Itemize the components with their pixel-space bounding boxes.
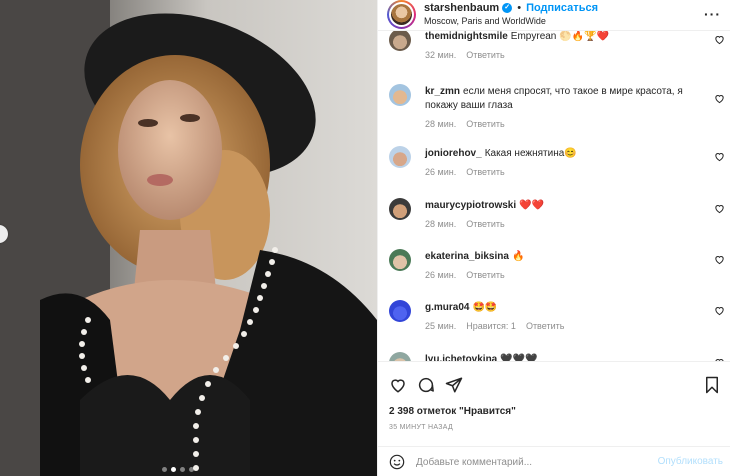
comment-meta: 28 мин. Ответить [425, 219, 505, 229]
reply-button[interactable]: Ответить [466, 219, 504, 229]
comment-body: Какая нежнятина😊 [484, 148, 577, 159]
heart-icon[interactable] [389, 376, 407, 394]
comment-like-icon[interactable] [714, 203, 725, 214]
comment-body: ❤️❤️ [519, 200, 545, 211]
comment-body: если меня спросят, что такое в мире крас… [425, 86, 683, 111]
comment-text: kr_zmn если меня спросят, что такое в мир… [425, 85, 703, 113]
post-panel: starshenbaum ✓ • Подписаться Moscow, Par… [377, 0, 730, 476]
comment-time: 25 мин. [425, 321, 457, 331]
comment-text: g.mura04 🤩🤩 [425, 301, 703, 315]
commenter-username[interactable]: themidnightsmile [425, 31, 508, 42]
commenter-avatar[interactable] [389, 146, 411, 168]
author-avatar[interactable] [387, 0, 416, 29]
portrait-image [0, 0, 377, 476]
commenter-avatar[interactable] [389, 352, 411, 361]
header-separator: • [517, 2, 522, 14]
carousel-dot [162, 467, 167, 472]
verified-icon: ✓ [502, 3, 513, 13]
comment-text: maurycypiotrowski ❤️❤️ [425, 199, 703, 213]
comment-time: 28 мин. [425, 119, 457, 129]
commenter-avatar[interactable] [389, 249, 411, 271]
comment-text: ekaterina_biksina 🔥 [425, 250, 703, 264]
commenter-username[interactable]: joniorehov_ [425, 148, 482, 159]
reply-button[interactable]: Ответить [466, 50, 504, 60]
comment-body: 🖤🖤🖤 [500, 354, 538, 361]
post-header: starshenbaum ✓ • Подписаться Moscow, Par… [378, 0, 730, 31]
follow-button[interactable]: Подписаться [526, 2, 598, 14]
comment-body: 🔥 [511, 251, 525, 262]
comment-time: 26 мин. [425, 167, 457, 177]
carousel-dot [189, 467, 194, 472]
comment-meta: 28 мин. Ответить [425, 119, 505, 129]
commenter-username[interactable]: lyu.ichetovkina [425, 354, 497, 361]
comment-meta: 25 мин. Нравится: 1 Ответить [425, 321, 564, 331]
commenter-avatar[interactable] [389, 198, 411, 220]
author-username[interactable]: starshenbaum [424, 2, 499, 14]
commenter-avatar[interactable] [389, 300, 411, 322]
carousel-indicator [162, 467, 194, 472]
comment-text: lyu.ichetovkina 🖤🖤🖤 [425, 353, 703, 361]
commenter-username[interactable]: g.mura04 [425, 302, 469, 313]
comment-text: themidnightsmile Empyrean 🌕🔥🏆❤️ [425, 31, 703, 44]
comment-list[interactable]: themidnightsmile Empyrean 🌕🔥🏆❤️ 32 мин. Отв… [378, 31, 730, 361]
post-time[interactable]: 35 МИНУТ НАЗАД [389, 424, 453, 431]
comment-like-icon[interactable] [714, 93, 725, 104]
comment-body: Empyrean 🌕🔥🏆❤️ [510, 31, 609, 42]
comment-time: 26 мин. [425, 270, 457, 280]
post-photo[interactable] [0, 0, 377, 476]
comment-meta: 26 мин. Ответить [425, 270, 505, 280]
comment-icon[interactable] [417, 376, 435, 394]
commenter-username[interactable]: ekaterina_biksina [425, 251, 509, 262]
comment-meta: 32 мин. Ответить [425, 50, 505, 60]
publish-button[interactable]: Опубликовать [658, 456, 723, 467]
comment-like-icon[interactable] [714, 305, 725, 316]
carousel-dot [171, 467, 176, 472]
commenter-username[interactable]: kr_zmn [425, 86, 460, 97]
reply-button[interactable]: Ответить [466, 119, 504, 129]
reply-button[interactable]: Ответить [526, 321, 564, 331]
reply-button[interactable]: Ответить [466, 270, 504, 280]
comment-meta: 26 мин. Ответить [425, 167, 505, 177]
comment-time: 32 мин. [425, 50, 457, 60]
post-location[interactable]: Moscow, Paris and WorldWide [424, 16, 546, 26]
comment-like-icon[interactable] [714, 254, 725, 265]
add-comment-bar: Опубликовать [378, 446, 730, 476]
share-icon[interactable] [445, 376, 463, 394]
bookmark-icon[interactable] [703, 376, 721, 394]
comment-time: 28 мин. [425, 219, 457, 229]
commenter-avatar[interactable] [389, 31, 411, 51]
likes-count[interactable]: 2 398 отметок "Нравится" [389, 406, 516, 417]
comment-text: joniorehov_ Какая нежнятина😊 [425, 147, 703, 161]
commenter-avatar[interactable] [389, 84, 411, 106]
comment-like-icon[interactable] [714, 34, 725, 45]
comment-like-icon[interactable] [714, 151, 725, 162]
comment-likes[interactable]: Нравится: 1 [466, 321, 516, 331]
carousel-dot [180, 467, 185, 472]
comment-input[interactable] [416, 453, 646, 471]
more-icon[interactable]: ··· [704, 6, 721, 22]
reply-button[interactable]: Ответить [466, 167, 504, 177]
comment-body: 🤩🤩 [472, 302, 498, 313]
commenter-username[interactable]: maurycypiotrowski [425, 200, 516, 211]
action-bar: 2 398 отметок "Нравится" 35 МИНУТ НАЗАД … [378, 361, 730, 476]
emoji-icon[interactable] [389, 454, 405, 470]
